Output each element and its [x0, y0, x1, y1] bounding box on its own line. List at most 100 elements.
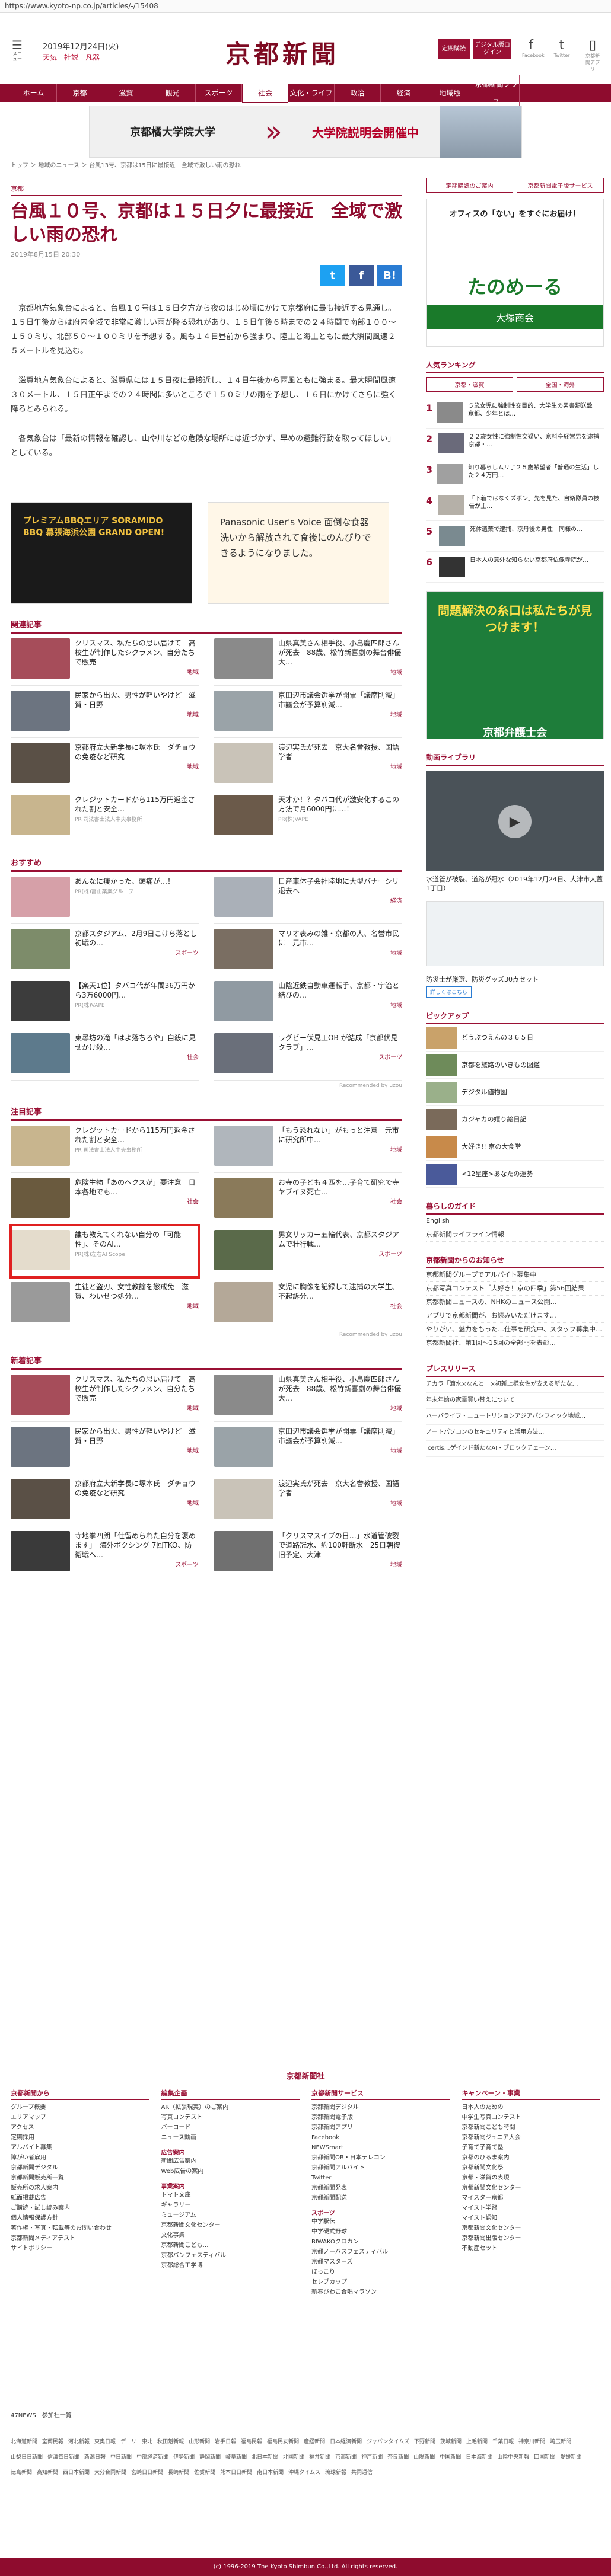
member-paper-link[interactable]: 琉球新報 — [325, 2468, 346, 2478]
ranking-item[interactable]: 2 ２２歳女性に強制性交疑い、京料亭経営男を逮捕 京都・… — [426, 429, 605, 459]
nav-economy[interactable]: 経済 — [381, 84, 427, 102]
tab-national[interactable]: 全国・海外 — [517, 377, 604, 392]
tanomail-ad[interactable]: オフィスの「ない」をすぐにお届け！ たのめーる 大塚商会 — [426, 199, 604, 347]
app-icon[interactable]: ▯ 京都新聞アプリ — [584, 38, 602, 72]
pickup-item[interactable]: デジタル値物園 — [426, 1079, 604, 1106]
list-item[interactable]: クリスマス、私たちの思い届けて 高校生が制作したシクラメン、自分たちで販売 地域 — [11, 634, 199, 686]
info-link[interactable]: やりがい、魅力をもった…仕事を研究中、スタッフ募集中… — [426, 1323, 604, 1337]
twitter-share-icon[interactable]: t — [320, 265, 345, 286]
press-link[interactable]: チカラ「滴水×なんと」×初新上様女性が支える新たな… — [426, 1377, 604, 1393]
footer-link[interactable]: 京都新聞文化センター — [161, 2220, 300, 2230]
member-paper-link[interactable]: 上毛新聞 — [466, 2437, 488, 2447]
press-link[interactable]: ハーバライフ・ニュートリションアジアパシフィック地域… — [426, 1409, 604, 1425]
footer-link[interactable]: Twitter — [311, 2173, 450, 2183]
list-item[interactable]: 民家から出火、男性が軽いやけど 滋賀・日野 地域 — [11, 1422, 199, 1474]
footer-link[interactable]: NEWSmart — [311, 2143, 450, 2153]
panasonic-ad[interactable]: Panasonic User's Voice 面倒な食器洗いから解放されて食後に… — [208, 502, 389, 604]
pickup-item[interactable]: <12星座>あなたの運勢 — [426, 1161, 604, 1188]
footer-link[interactable]: 京都新聞文化センター — [462, 2223, 601, 2233]
footer-link[interactable]: 障がい者雇用 — [11, 2153, 149, 2163]
footer-link[interactable]: セレブカップ — [311, 2277, 450, 2287]
footer-link[interactable]: 京都バンフェスティバル — [161, 2251, 300, 2261]
bbq-ad[interactable]: プレミアムBBQエリア SORAMIDO BBQ 幕張海浜公園 GRAND OP… — [11, 502, 192, 604]
info-link[interactable]: 京都新聞グループでアルバイト募集中 — [426, 1268, 604, 1282]
member-paper-link[interactable]: 中国新聞 — [440, 2452, 461, 2463]
member-paper-link[interactable]: 福井新聞 — [309, 2452, 330, 2463]
footer-link[interactable]: 京都新聞デジタル — [311, 2102, 450, 2112]
list-item[interactable]: クリスマス、私たちの思い届けて 高校生が制作したシクラメン、自分たちで販売 地域 — [11, 1370, 199, 1422]
member-paper-link[interactable]: 北海道新聞 — [11, 2437, 37, 2447]
breadcrumb[interactable]: トップ ＞ 地域のニュース ＞ 台風13号、京都は15日に最接近 全域で激しい雨… — [11, 160, 241, 169]
footer-link[interactable]: 京都新聞電子版 — [311, 2112, 450, 2123]
ranking-item[interactable]: 6 日本人の意外な知らない京都府仏像寺院が… — [426, 552, 604, 583]
list-item[interactable]: マリオ表みの雑・京都の人、名誉市民に 元市… 地域 — [214, 924, 402, 976]
member-paper-link[interactable]: 沖縄タイムス — [288, 2468, 320, 2478]
nav-region[interactable]: 地域版 — [427, 84, 473, 102]
footer-link[interactable]: ニュース動画 — [161, 2133, 300, 2143]
video-player[interactable]: ▶ — [426, 771, 604, 871]
footer-link[interactable]: 京都新聞アルバイト — [311, 2163, 450, 2173]
member-paper-link[interactable]: 山陽新聞 — [413, 2452, 435, 2463]
list-item[interactable]: 生徒と盗刃、女性教諭を懲戒免 滋賀、わいせつ処分… 地域 — [11, 1277, 199, 1329]
member-paper-link[interactable]: 福島民報 — [241, 2437, 262, 2447]
english-link[interactable]: English — [426, 1215, 604, 1228]
member-paper-link[interactable]: 南日本新聞 — [257, 2468, 284, 2478]
member-paper-link[interactable]: 岩手日報 — [215, 2437, 236, 2447]
nav-shiga[interactable]: 滋賀 — [103, 84, 149, 102]
footer-link[interactable]: サイトポリシー — [11, 2243, 149, 2254]
subscribe-button[interactable]: 定期購読 — [438, 39, 470, 59]
member-paper-link[interactable]: 茨城新聞 — [440, 2437, 462, 2447]
footer-link[interactable]: アルバイト募集 — [11, 2143, 149, 2153]
uzou-credit[interactable]: Recommended by uzou — [11, 1329, 402, 1340]
footer-link[interactable]: 個人情報保護方針 — [11, 2213, 149, 2223]
footer-link[interactable]: AR（拡張現実）のご案内 — [161, 2102, 300, 2112]
member-paper-link[interactable]: 伊勢新聞 — [173, 2452, 195, 2463]
footer-link[interactable]: 京都新聞販売所一覧 — [11, 2173, 149, 2183]
footer-link[interactable]: トマト文庫 — [161, 2190, 300, 2200]
ranking-item[interactable]: 5 死体遺棄で逮捕、京丹後の男性 同様の… — [426, 521, 604, 552]
footer-link[interactable]: 子育て子育て塾 — [462, 2143, 601, 2153]
member-paper-link[interactable]: 中日新聞 — [110, 2452, 132, 2463]
footer-link[interactable]: 中学生写真コンテスト — [462, 2112, 601, 2123]
list-item[interactable]: 天才か！？タバコ代が激安化するこの方法で月6000円に…！ PR(株)VAPE — [214, 790, 402, 842]
footer-link[interactable]: 販売所の求人案内 — [11, 2183, 149, 2193]
bar-association-ad[interactable]: 問題解決の糸口は私たちが見つけます！ 京都弁護士会 — [426, 591, 604, 739]
nav-kanko[interactable]: 観光 — [149, 84, 196, 102]
list-item[interactable]: 「もう恐れない」がもっと注意 元市に研究所中… 地域 — [214, 1121, 402, 1173]
list-item[interactable]: 渡辺実氏が死去 京大名誉教授、国語学者 地域 — [214, 1474, 402, 1526]
list-item[interactable]: クレジットカードから115万円返金された割と安全… PR 司法書士法人中央事務所 — [11, 790, 199, 842]
list-item[interactable]: 京都府立大新学長に塚本氏 ダチョウの免疫など研究 地域 — [11, 738, 199, 790]
editorial-link[interactable]: 社説 — [64, 52, 78, 62]
member-paper-link[interactable]: 信濃毎日新聞 — [47, 2452, 79, 2463]
weather-link[interactable]: 天気 — [43, 52, 57, 62]
list-item[interactable]: 京都スタジアム、2月9日こけら落とし 初戦の… スポーツ — [11, 924, 204, 976]
member-paper-link[interactable]: 北日本新聞 — [252, 2452, 278, 2463]
member-paper-link[interactable]: 長崎新聞 — [168, 2468, 189, 2478]
footer-link[interactable]: 写真コンテスト — [161, 2112, 300, 2123]
member-paper-link[interactable]: 新潟日報 — [84, 2452, 106, 2463]
ranking-item[interactable]: 3 知り暮らしムリ了２５歳希望者「普通の生活」した２４万円… — [426, 459, 604, 490]
press-link[interactable]: ノートパソコンのセキュリティと活用方法… — [426, 1425, 604, 1441]
footer-link[interactable]: 京都のひるま案内 — [462, 2153, 601, 2163]
list-item[interactable]: 女児に胸像を記録して逮捕の大学生、不起訴分… 社会 — [214, 1277, 402, 1329]
member-paper-link[interactable]: 福島民友新聞 — [267, 2437, 299, 2447]
highlighted-list-item[interactable]: 誰も教えてくれない自分の「可能性」、そのAI… PR(株)左右AI Scope — [9, 1224, 200, 1279]
info-link[interactable]: 京都新聞ニュースの、NHKのニュース公開… — [426, 1296, 604, 1309]
member-paper-link[interactable]: 宮崎日日新聞 — [131, 2468, 163, 2478]
member-paper-link[interactable]: 神戸新聞 — [361, 2452, 383, 2463]
footer-link[interactable]: ミュージアム — [161, 2210, 300, 2220]
member-paper-link[interactable]: 西日本新聞 — [63, 2468, 90, 2478]
lifeline-link[interactable]: 京都新聞ライフライン情報 — [426, 1228, 604, 1242]
pickup-item[interactable]: どうぶつえんの３６５日 — [426, 1024, 604, 1052]
list-item[interactable]: 寺地拳四朗「仕留められた自分を褒めます」 海外ボクシング 7回TKO、防衛戦へ…… — [11, 1526, 199, 1578]
footer-link[interactable]: マイスト認知 — [462, 2213, 601, 2223]
footer-link[interactable]: エリアマップ — [11, 2112, 149, 2123]
digital-login-button[interactable]: デジタル版ログイン — [473, 39, 511, 59]
pickup-item[interactable]: 大好き!! 京の大食堂 — [426, 1133, 604, 1161]
footer-link[interactable]: 紙面掲載広告 — [11, 2193, 149, 2203]
top-banner-ad[interactable]: 京都橘大学院大学 » 大学院説明会開催中 — [89, 106, 522, 158]
member-paper-link[interactable]: 山形新聞 — [189, 2437, 210, 2447]
member-paper-link[interactable]: 産経新聞 — [304, 2437, 325, 2447]
column-link[interactable]: 凡器 — [85, 52, 100, 62]
list-item[interactable]: 京都府立大新学長に塚本氏 ダチョウの免疫など研究 地域 — [11, 1474, 199, 1526]
